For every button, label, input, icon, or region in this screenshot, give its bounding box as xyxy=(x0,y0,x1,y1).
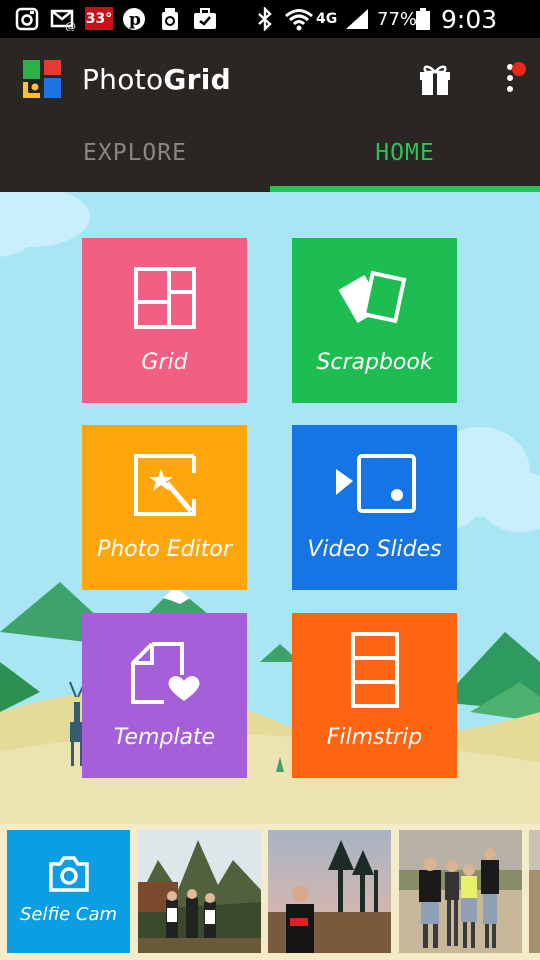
home-content: Grid Scrapbook Photo Editor Video Slides xyxy=(0,192,540,824)
tile-template[interactable]: Template xyxy=(82,613,247,778)
tab-home[interactable]: HOME xyxy=(270,140,540,166)
tile-scrapbook[interactable]: Scrapbook xyxy=(292,238,457,403)
tile-photo-editor[interactable]: Photo Editor xyxy=(82,425,247,590)
more-menu-icon[interactable] xyxy=(500,60,530,96)
signal-icon: 4G xyxy=(316,7,370,31)
notification-dot xyxy=(512,62,526,76)
messaging-icon: @ xyxy=(50,7,76,31)
recycle-icon xyxy=(157,7,183,31)
app-title-bold: Grid xyxy=(163,63,232,96)
selfie-cam-button[interactable]: Selfie Cam xyxy=(7,830,130,953)
tile-photo-editor-label: Photo Editor xyxy=(97,537,232,562)
temperature-badge: 33° xyxy=(85,7,113,30)
pinterest-icon: p xyxy=(121,7,147,31)
sunset-portrait-photo[interactable] xyxy=(268,830,391,953)
tile-grid[interactable]: Grid xyxy=(82,238,247,403)
grid-icon xyxy=(133,267,196,329)
wifi-icon xyxy=(284,7,314,31)
scrapbook-icon xyxy=(338,270,406,324)
partial-photo[interactable] xyxy=(529,830,540,953)
tile-scrapbook-label: Scrapbook xyxy=(316,350,433,375)
battery-percentage: 77% xyxy=(377,9,418,30)
camera-icon xyxy=(49,856,89,892)
photogrid-logo xyxy=(23,60,61,98)
app-title-regular: Photo xyxy=(82,63,164,96)
instagram-icon xyxy=(14,7,40,31)
family-photo[interactable] xyxy=(399,830,522,953)
app-title: PhotoGrid xyxy=(82,63,231,96)
filmstrip-icon xyxy=(350,632,399,708)
tile-template-label: Template xyxy=(113,725,216,750)
tile-filmstrip[interactable]: Filmstrip xyxy=(292,613,457,778)
video-slides-icon xyxy=(335,454,416,513)
tile-video-slides[interactable]: Video Slides xyxy=(292,425,457,590)
tab-explore[interactable]: EXPLORE xyxy=(0,140,270,166)
template-icon xyxy=(130,642,199,704)
landscape-background xyxy=(0,192,540,824)
app-bar xyxy=(0,38,540,192)
gift-icon[interactable] xyxy=(418,62,452,96)
photo-editor-icon xyxy=(133,454,196,516)
selfie-cam-label: Selfie Cam xyxy=(19,904,118,925)
tile-grid-label: Grid xyxy=(141,350,188,375)
svg-text:@: @ xyxy=(65,20,76,31)
status-bar: @ 33° p 4G 77% 9:03 AM xyxy=(0,0,540,63)
battery-icon xyxy=(413,7,433,31)
tile-filmstrip-label: Filmstrip xyxy=(326,725,423,750)
mountain-group-photo[interactable] xyxy=(138,830,261,953)
briefcase-icon xyxy=(192,7,218,31)
bluetooth-icon xyxy=(252,7,278,31)
tile-video-slides-label: Video Slides xyxy=(307,537,442,562)
svg-text:p: p xyxy=(129,10,141,30)
network-label: 4G xyxy=(316,11,337,27)
